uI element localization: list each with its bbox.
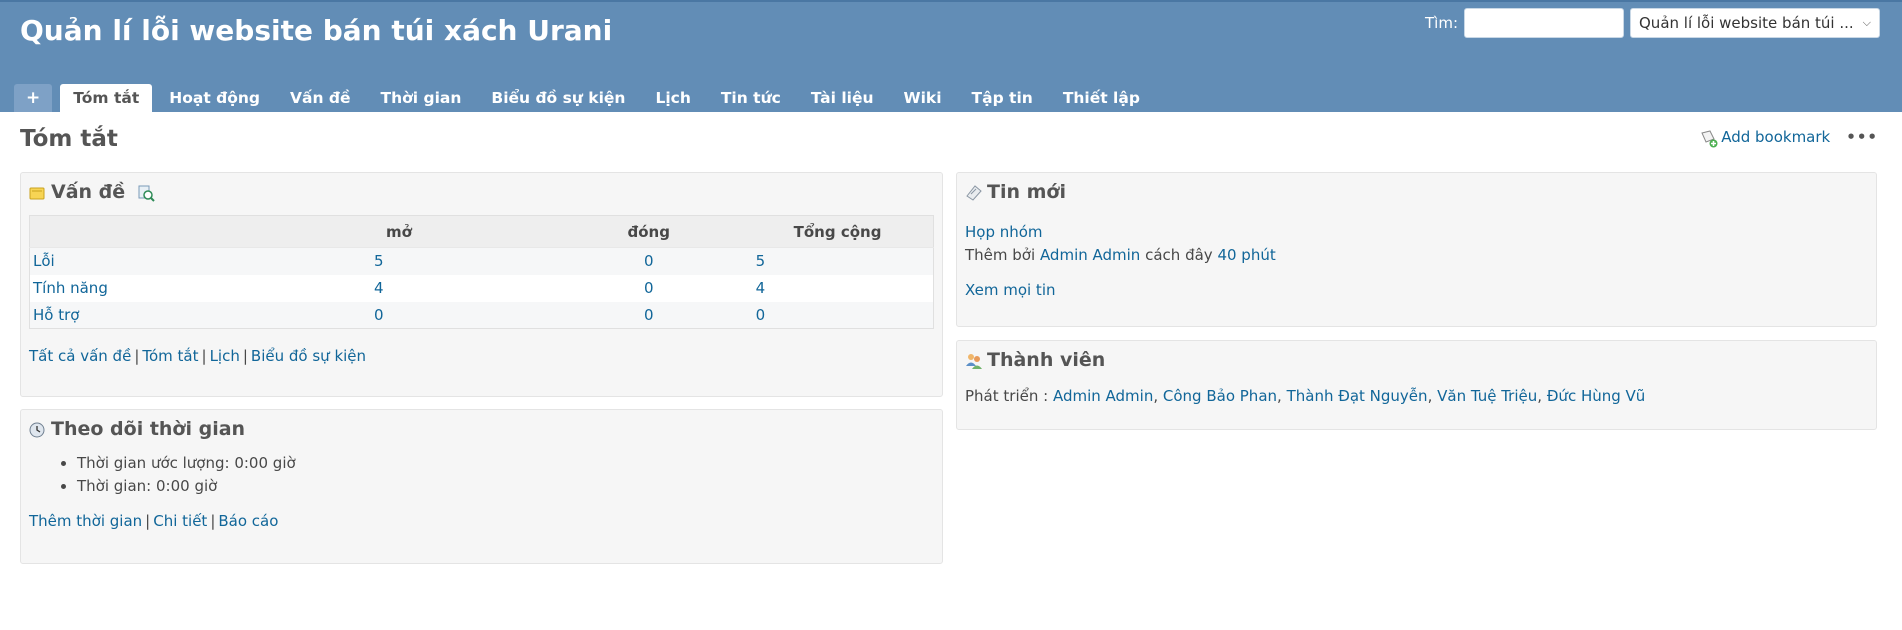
members-box-title: Thành viên xyxy=(965,349,1868,371)
ticket-icon xyxy=(29,184,45,200)
news-ago-link[interactable]: 40 phút xyxy=(1217,246,1275,264)
tracker-link[interactable]: Hỗ trợ xyxy=(33,306,79,324)
members-box: Thành viên Phát triển : Admin Admin, Côn… xyxy=(956,340,1877,430)
news-icon xyxy=(965,184,982,201)
separator: | xyxy=(145,512,151,530)
tracker-link[interactable]: Tính năng xyxy=(33,279,108,297)
tab-calendar[interactable]: Lịch xyxy=(642,84,703,112)
separator: | xyxy=(134,347,140,365)
col-open: mở xyxy=(363,215,554,248)
member-link[interactable]: Đức Hùng Vũ xyxy=(1547,387,1646,405)
total-count-link[interactable]: 4 xyxy=(756,279,766,297)
tab-overview[interactable]: Tóm tắt xyxy=(60,84,153,112)
tracker-link[interactable]: Lỗi xyxy=(33,252,55,270)
open-count-link[interactable]: 0 xyxy=(374,306,384,324)
col-total: Tổng cộng xyxy=(743,215,934,248)
project-jump-value: Quản lí lỗi website bán túi ... xyxy=(1639,14,1854,32)
add-bookmark-link[interactable]: Add bookmark xyxy=(1721,128,1830,146)
news-ago-prefix: cách đây xyxy=(1145,246,1213,264)
new-object-button[interactable]: + xyxy=(14,84,53,112)
total-count-link[interactable]: 5 xyxy=(756,252,766,270)
tab-activity[interactable]: Hoạt động xyxy=(156,84,273,112)
news-box-title: Tin mới xyxy=(965,181,1868,203)
open-count-link[interactable]: 4 xyxy=(374,279,384,297)
clock-icon xyxy=(29,421,45,438)
time-report-link[interactable]: Báo cáo xyxy=(218,512,278,530)
chevron-down-icon: ⌵ xyxy=(1862,16,1871,29)
view-all-news-link[interactable]: Xem mọi tin xyxy=(965,281,1056,299)
issues-box-title: Vấn đề xyxy=(29,181,934,203)
total-count-link[interactable]: 0 xyxy=(756,306,766,324)
bookmark-icon xyxy=(1699,129,1718,148)
time-details-link[interactable]: Chi tiết xyxy=(153,512,207,530)
news-box: Tin mới Họp nhóm Thêm bởi Admin Admin cá… xyxy=(956,172,1877,327)
member-role: Phát triển : xyxy=(965,387,1049,405)
tab-documents[interactable]: Tài liệu xyxy=(798,84,887,112)
quick-search: Tìm: Quản lí lỗi website bán túi ... ⌵ xyxy=(1425,8,1880,38)
member-link[interactable]: Công Bảo Phan xyxy=(1163,387,1277,405)
spent-time: Thời gian: 0:00 giờ xyxy=(77,475,934,498)
search-input[interactable] xyxy=(1464,8,1624,38)
tab-gantt[interactable]: Biểu đồ sự kiện xyxy=(478,84,638,112)
contextual-actions: Add bookmark ••• xyxy=(1699,128,1878,148)
tab-time[interactable]: Thời gian xyxy=(368,84,475,112)
members-list: Phát triển : Admin Admin, Công Bảo Phan,… xyxy=(965,387,1646,405)
open-count-link[interactable]: 5 xyxy=(374,252,384,270)
separator: | xyxy=(201,347,207,365)
news-meta: Thêm bởi Admin Admin cách đây 40 phút xyxy=(965,244,1868,267)
time-tracking-box: Theo dõi thời gian Thời gian ước lượng: … xyxy=(20,409,943,564)
site-title[interactable]: Quản lí lỗi website bán túi xách Urani xyxy=(20,14,612,47)
closed-count-link[interactable]: 0 xyxy=(644,252,654,270)
tab-settings[interactable]: Thiết lập xyxy=(1050,84,1153,112)
tab-news[interactable]: Tin tức xyxy=(708,84,794,112)
tab-files[interactable]: Tập tin xyxy=(959,84,1046,112)
issues-title-text: Vấn đề xyxy=(51,181,126,203)
group-icon xyxy=(965,352,982,369)
member-link[interactable]: Văn Tuệ Triệu xyxy=(1437,387,1537,405)
member-link[interactable]: Thành Đạt Nguyễn xyxy=(1287,387,1428,405)
member-link[interactable]: Admin Admin xyxy=(1053,387,1153,405)
time-links: Thêm thời gian | Chi tiết | Báo cáo xyxy=(29,512,934,530)
issues-box: Vấn đề mở đóng Tổng cộng Lỗi 5 0 5 Tính … xyxy=(20,172,943,397)
summary-link[interactable]: Tóm tắt xyxy=(142,347,198,365)
log-time-link[interactable]: Thêm thời gian xyxy=(29,512,142,530)
tab-issues[interactable]: Vấn đề xyxy=(277,84,364,112)
table-row: Lỗi 5 0 5 xyxy=(29,247,934,275)
estimated-time: Thời gian ước lượng: 0:00 giờ xyxy=(77,452,934,475)
table-row: Tính năng 4 0 4 xyxy=(29,274,934,302)
page-title: Tóm tắt xyxy=(20,126,118,152)
time-title-text: Theo dõi thời gian xyxy=(51,418,246,440)
closed-count-link[interactable]: 0 xyxy=(644,306,654,324)
all-issues-link[interactable]: Tất cả vấn đề xyxy=(29,347,131,365)
members-title-text: Thành viên xyxy=(987,349,1106,371)
news-author-link[interactable]: Admin Admin xyxy=(1040,246,1140,264)
separator: | xyxy=(210,512,216,530)
issue-filter-icon[interactable] xyxy=(137,184,155,202)
gantt-link[interactable]: Biểu đồ sự kiện xyxy=(251,347,366,365)
issues-table: mở đóng Tổng cộng Lỗi 5 0 5 Tính năng 4 … xyxy=(29,215,934,329)
time-box-title: Theo dõi thời gian xyxy=(29,418,934,440)
time-summary-list: Thời gian ước lượng: 0:00 giờ Thời gian:… xyxy=(29,452,934,498)
calendar-link[interactable]: Lịch xyxy=(210,347,240,365)
main-menu: + Tóm tắt Hoạt động Vấn đề Thời gian Biể… xyxy=(14,84,1153,112)
search-label: Tìm: xyxy=(1425,14,1458,32)
separator: | xyxy=(242,347,248,365)
news-title-text: Tin mới xyxy=(987,181,1066,203)
col-closed: đóng xyxy=(553,215,744,248)
issues-links: Tất cả vấn đề | Tóm tắt | Lịch | Biểu đồ sự ki… xyxy=(29,347,934,365)
header: Quản lí lỗi website bán túi xách Urani T… xyxy=(0,0,1902,112)
news-item-title[interactable]: Họp nhóm xyxy=(965,223,1043,241)
tab-wiki[interactable]: Wiki xyxy=(891,84,955,112)
project-jump-select[interactable]: Quản lí lỗi website bán túi ... ⌵ xyxy=(1630,8,1880,38)
news-item: Họp nhóm Thêm bởi Admin Admin cách đây 4… xyxy=(965,221,1868,267)
closed-count-link[interactable]: 0 xyxy=(644,279,654,297)
news-added-by: Thêm bởi xyxy=(965,246,1036,264)
more-actions-icon[interactable]: ••• xyxy=(1846,128,1878,146)
table-row: Hỗ trợ 0 0 0 xyxy=(29,301,934,329)
col-tracker xyxy=(29,215,364,248)
